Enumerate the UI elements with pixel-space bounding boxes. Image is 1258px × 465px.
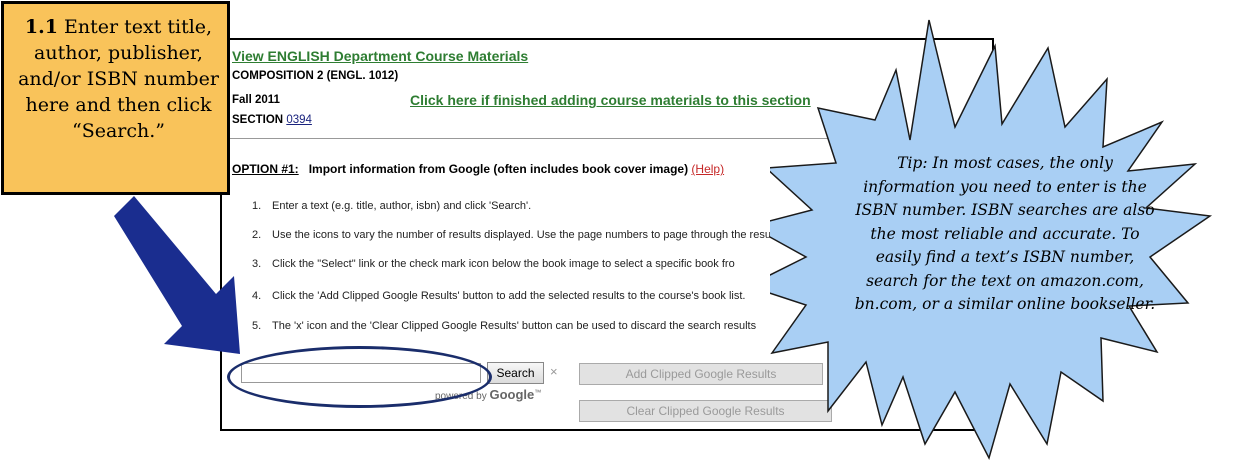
option-heading: OPTION #1: Import information from Googl…: [232, 162, 724, 176]
list-item: 5. The 'x' icon and the 'Clear Clipped Go…: [252, 320, 756, 332]
finished-adding-link[interactable]: Click here if finished adding course mat…: [410, 92, 811, 108]
step-text: Click the "Select" link or the check mar…: [272, 258, 735, 270]
term-label: Fall 2011: [232, 94, 280, 106]
list-item: 1. Enter a text (e.g. title, author, isbn…: [252, 200, 531, 212]
section-number-link[interactable]: 0394: [286, 114, 312, 126]
step-number: 4.: [252, 290, 262, 302]
section-label: SECTION 0394: [232, 114, 312, 126]
search-button[interactable]: Search: [487, 362, 544, 384]
tip-text: Tip: In most cases, the only information…: [854, 154, 1156, 313]
list-item: 2. Use the icons to vary the number of re…: [252, 229, 782, 241]
arrow-shape: [114, 196, 240, 354]
step-text: Use the icons to vary the number of resu…: [272, 229, 782, 241]
step-number: 3.: [252, 258, 262, 270]
step-number: 5.: [252, 320, 262, 332]
list-item: 3. Click the "Select" link or the check m…: [252, 258, 735, 270]
callout-step-number: 1.1: [24, 16, 58, 38]
view-department-materials-link[interactable]: View ENGLISH Department Course Materials: [232, 48, 528, 64]
step-number: 2.: [252, 229, 262, 241]
step-text: The 'x' icon and the 'Clear Clipped Goog…: [272, 320, 757, 332]
option-text: Import information from Google (often in…: [308, 162, 689, 176]
step-text: Click the 'Add Clipped Google Results' b…: [272, 290, 746, 302]
google-logo: Google: [489, 387, 535, 402]
course-name: COMPOSITION 2 (ENGL. 1012): [232, 70, 399, 82]
help-link[interactable]: (Help): [691, 162, 724, 176]
search-highlight-ellipse: [227, 346, 492, 408]
callout-text: 1.1 Enter text title, author, publisher,…: [10, 14, 227, 144]
list-item: 4. Click the 'Add Clipped Google Results'…: [252, 290, 745, 302]
section-prefix: SECTION: [232, 114, 287, 126]
step-text: Enter a text (e.g. title, author, isbn) …: [272, 200, 532, 212]
down-right-arrow-icon: [114, 196, 240, 354]
step-number: 1.: [252, 200, 262, 212]
close-icon[interactable]: ×: [550, 364, 558, 379]
instruction-callout: 1.1 Enter text title, author, publisher,…: [1, 1, 230, 195]
option-title: OPTION #1:: [232, 162, 299, 176]
